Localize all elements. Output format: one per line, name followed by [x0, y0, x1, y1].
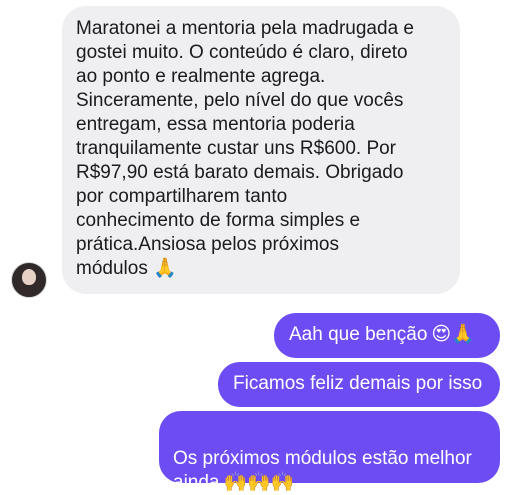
outgoing-message-1-emoji: 😍🙏: [431, 324, 475, 345]
outgoing-message-1-text: Aah que benção: [289, 324, 428, 345]
outgoing-message-2: Ficamos feliz demais por isso: [218, 362, 500, 407]
incoming-message-bubble: Maratonei a mentoria pela madrugada e go…: [62, 6, 460, 294]
outgoing-message-3-emoji: 🙌🙌🙌: [223, 472, 295, 493]
chat-thread: Maratonei a mentoria pela madrugada e go…: [0, 0, 512, 493]
contact-avatar[interactable]: [11, 262, 47, 298]
outgoing-message-1: Aah que benção 😍🙏: [274, 313, 500, 358]
outgoing-message-3: Os próximos módulos estão melhor ainda 🙌🙌…: [159, 411, 500, 493]
outgoing-message-3-text: Os próximos módulos estão melhor ainda: [173, 448, 472, 493]
incoming-message-text: Maratonei a mentoria pela madrugada e go…: [76, 18, 414, 279]
outgoing-message-2-text: Ficamos feliz demais por isso: [233, 373, 483, 394]
